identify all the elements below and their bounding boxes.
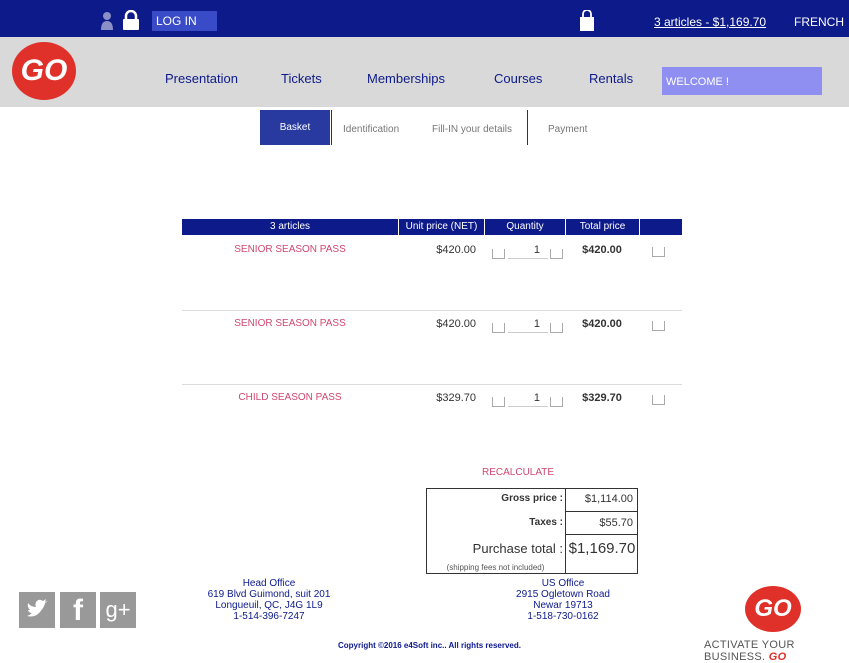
decrease-quantity-button[interactable] xyxy=(492,397,505,407)
header-quantity: Quantity xyxy=(506,221,544,232)
nav-tickets[interactable]: Tickets xyxy=(281,71,322,86)
step-identification[interactable]: Identification xyxy=(343,124,399,135)
header-total-price: Total price xyxy=(579,221,626,232)
nav-rentals[interactable]: Rentals xyxy=(589,71,633,86)
taxes-label: Taxes : xyxy=(529,517,563,528)
increase-quantity-button[interactable] xyxy=(550,397,563,407)
decrease-quantity-button[interactable] xyxy=(492,323,505,333)
step-details[interactable]: Fill-IN your details xyxy=(432,124,512,135)
head-office-street: 619 Blvd Guimond, suit 201 xyxy=(207,589,331,600)
summary-divider xyxy=(565,534,638,535)
item-unit-price: $420.00 xyxy=(436,244,476,256)
step-basket[interactable]: Basket xyxy=(260,110,330,145)
cart-summary-link[interactable]: 3 articles - $1,169.70 xyxy=(654,15,766,29)
welcome-banner: WELCOME ! xyxy=(662,67,822,95)
row-divider xyxy=(182,384,682,385)
nav-presentation[interactable]: Presentation xyxy=(165,71,238,86)
us-office-address: US Office 2915 Ogletown Road Newar 19713… xyxy=(490,578,636,622)
item-total-price: $329.70 xyxy=(582,392,622,404)
us-office-street: 2915 Ogletown Road xyxy=(516,589,610,600)
google-plus-icon[interactable]: g+ xyxy=(100,592,136,628)
purchase-total-label: Purchase total : xyxy=(472,541,563,556)
head-office-phone: 1-514-396-7247 xyxy=(233,611,305,622)
remove-item-checkbox[interactable] xyxy=(652,321,665,331)
summary-divider xyxy=(565,511,638,512)
quantity-underline xyxy=(508,332,548,333)
step-divider xyxy=(331,110,332,145)
go-logo[interactable]: GO xyxy=(12,42,76,100)
item-unit-price: $329.70 xyxy=(436,392,476,404)
head-office-address: Head Office 619 Blvd Guimond, suit 201 L… xyxy=(196,578,342,622)
twitter-icon[interactable] xyxy=(19,592,55,628)
gross-price-value: $1,114.00 xyxy=(584,493,633,505)
step-payment[interactable]: Payment xyxy=(548,124,587,135)
increase-quantity-button[interactable] xyxy=(550,249,563,259)
quantity-underline xyxy=(508,406,548,407)
nav-memberships[interactable]: Memberships xyxy=(367,71,445,86)
quantity-input[interactable]: 1 xyxy=(510,318,540,330)
us-office-title: US Office xyxy=(541,578,585,589)
tagline-brand: GO xyxy=(768,651,787,663)
purchase-total-value: $1,169.70 xyxy=(568,540,636,557)
item-total-price: $420.00 xyxy=(582,244,622,256)
shopping-bag-icon[interactable] xyxy=(579,10,595,32)
decrease-quantity-button[interactable] xyxy=(492,249,505,259)
lock-icon[interactable] xyxy=(122,10,140,31)
row-divider xyxy=(182,310,682,311)
quantity-input[interactable]: 1 xyxy=(510,244,540,256)
step-divider xyxy=(527,110,528,145)
gross-price-label: Gross price : xyxy=(501,493,563,504)
header-separator xyxy=(639,219,640,235)
header-unit-price: Unit price (NET) xyxy=(405,221,478,232)
head-office-title: Head Office xyxy=(242,578,296,589)
item-total-price: $420.00 xyxy=(582,318,622,330)
nav-courses[interactable]: Courses xyxy=(494,71,542,86)
item-unit-price: $420.00 xyxy=(436,318,476,330)
head-office-city: Longueuil, QC, J4G 1L9 xyxy=(215,600,323,611)
us-office-city: Newar 19713 xyxy=(533,600,593,611)
remove-item-checkbox[interactable] xyxy=(652,395,665,405)
recalculate-button[interactable]: RECALCULATE xyxy=(482,467,554,478)
taxes-value: $55.70 xyxy=(599,517,633,529)
item-name[interactable]: CHILD SEASON PASS xyxy=(182,392,398,403)
remove-item-checkbox[interactable] xyxy=(652,247,665,257)
item-name[interactable]: SENIOR SEASON PASS xyxy=(182,244,398,255)
us-office-phone: 1-518-730-0162 xyxy=(527,611,599,622)
header-articles: 3 articles xyxy=(269,221,310,232)
user-icon[interactable] xyxy=(100,11,114,31)
login-button[interactable]: LOG IN xyxy=(152,11,217,31)
footer-go-logo[interactable]: GO xyxy=(745,586,801,632)
increase-quantity-button[interactable] xyxy=(550,323,563,333)
facebook-icon[interactable]: f xyxy=(60,592,96,628)
quantity-input[interactable]: 1 xyxy=(510,392,540,404)
tagline: ACTIVATE YOUR BUSINESS. GO xyxy=(704,639,849,663)
copyright-text: Copyright ©2016 e4Soft inc.. All rights … xyxy=(338,641,521,650)
shipping-note: (shipping fees not included) xyxy=(446,563,545,572)
item-name[interactable]: SENIOR SEASON PASS xyxy=(182,318,398,329)
quantity-underline xyxy=(508,258,548,259)
language-toggle[interactable]: FRENCH xyxy=(794,15,844,29)
